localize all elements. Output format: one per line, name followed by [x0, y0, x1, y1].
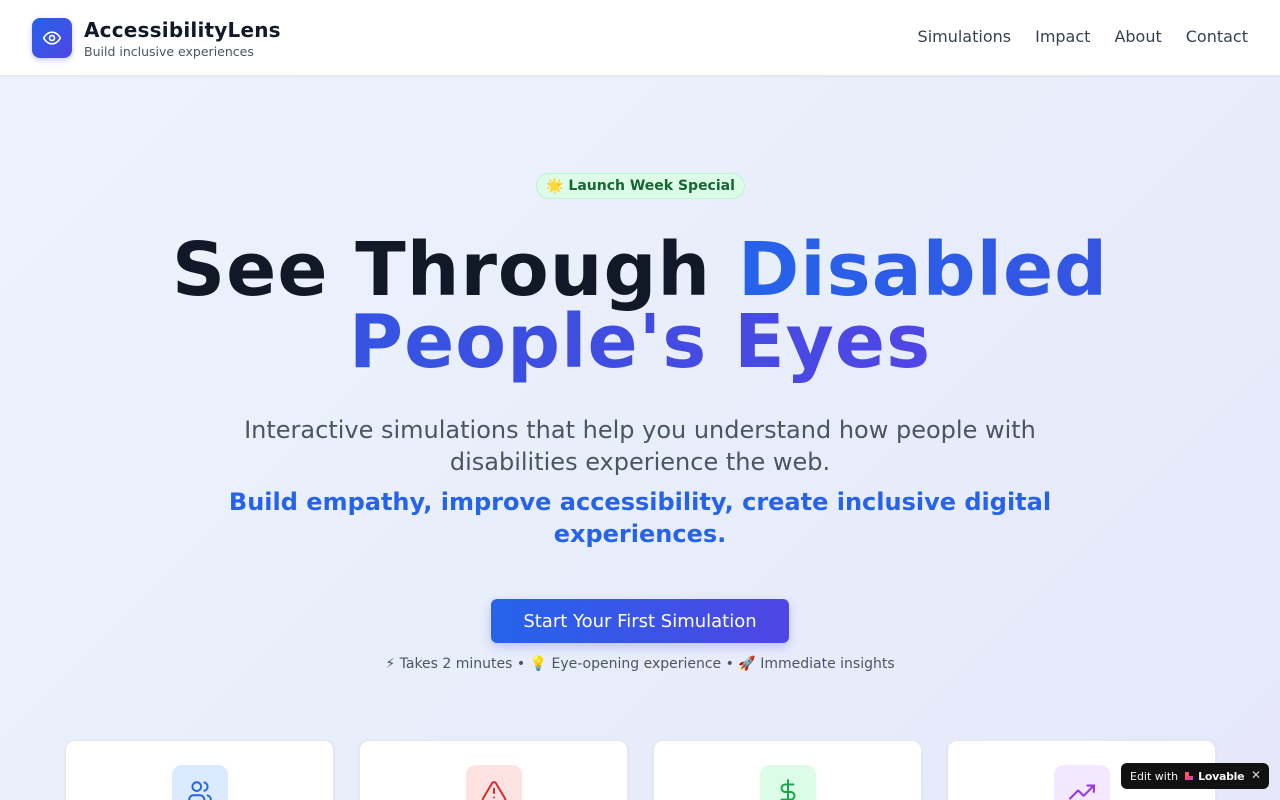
feature-card — [359, 740, 628, 800]
dollar-icon — [780, 779, 796, 800]
card-icon-wrap — [466, 765, 522, 800]
main-nav: Simulations Impact About Contact — [918, 27, 1248, 46]
logo[interactable] — [32, 18, 72, 58]
nav-simulations[interactable]: Simulations — [918, 27, 1012, 46]
hero-subtitle-emphasis: Build empathy, improve accessibility, cr… — [228, 488, 1052, 548]
close-icon[interactable]: ✕ — [1251, 768, 1261, 782]
trending-up-icon — [1069, 784, 1095, 800]
card-icon-wrap — [1054, 765, 1110, 800]
hero-subtitle: Interactive simulations that help you un… — [244, 416, 1036, 476]
launch-badge: 🌟 Launch Week Special — [536, 173, 745, 199]
start-simulation-button[interactable]: Start Your First Simulation — [491, 599, 789, 643]
brand-tagline: Build inclusive experiences — [84, 44, 254, 59]
hero-headline: See Through Disabled People's Eyes — [0, 233, 1280, 379]
feature-card — [653, 740, 922, 800]
card-icon-wrap — [760, 765, 816, 800]
eye-icon — [42, 31, 62, 45]
nav-contact[interactable]: Contact — [1186, 27, 1248, 46]
nav-impact[interactable]: Impact — [1035, 27, 1090, 46]
lovable-heart-icon — [1185, 772, 1194, 780]
site-header: AccessibilityLens Build inclusive experi… — [0, 0, 1280, 76]
nav-about[interactable]: About — [1114, 27, 1161, 46]
hero-perks: ⚡ Takes 2 minutes • 💡 Eye-opening experi… — [385, 656, 895, 672]
lovable-prefix: Edit with — [1130, 769, 1179, 783]
lovable-brand: Lovable — [1198, 769, 1245, 783]
users-icon — [188, 781, 212, 800]
warning-icon — [481, 781, 507, 800]
card-icon-wrap — [172, 765, 228, 800]
feature-card — [65, 740, 334, 800]
edit-with-lovable-badge[interactable]: Edit with Lovable ✕ — [1121, 763, 1269, 789]
brand-name[interactable]: AccessibilityLens — [84, 18, 281, 42]
